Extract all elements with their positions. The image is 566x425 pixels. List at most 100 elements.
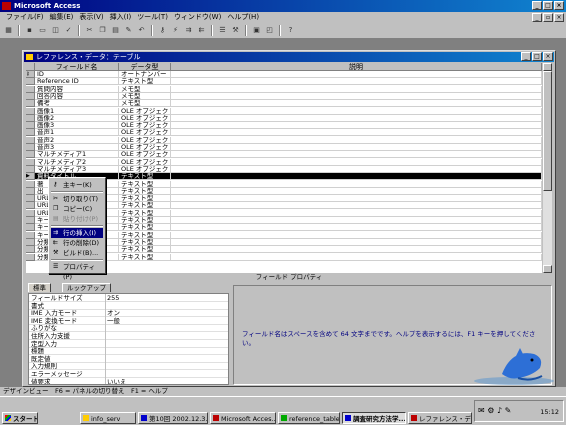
description-cell[interactable] (171, 71, 542, 78)
data-type-cell[interactable]: テキスト型 (119, 217, 171, 224)
description-cell[interactable] (171, 187, 542, 195)
data-type-cell[interactable]: テキスト型 (119, 238, 171, 246)
data-type-cell[interactable]: テキスト型 (119, 231, 171, 239)
menu-item-cut[interactable]: ✂ 切り取り(T) (51, 194, 103, 204)
data-type-cell[interactable]: テキスト型 (119, 187, 171, 195)
description-cell[interactable] (171, 209, 542, 217)
minimize-button[interactable]: _ (532, 1, 542, 10)
taskbar-button-access[interactable]: Microsoft Acces... (210, 412, 276, 424)
field-name-cell[interactable]: 音声2 (35, 136, 119, 144)
description-cell[interactable] (171, 114, 542, 122)
field-name-cell[interactable]: Reference ID (35, 78, 119, 86)
row-selector[interactable] (26, 136, 35, 144)
menu-item-copy[interactable]: ❐ コピー(C) (51, 204, 103, 214)
maximize-button[interactable]: □ (543, 1, 553, 10)
description-cell[interactable] (171, 136, 542, 144)
row-selector[interactable] (26, 129, 35, 137)
row-selector[interactable] (26, 209, 35, 217)
menu-view[interactable]: 表示(V) (79, 12, 103, 23)
field-name-cell[interactable]: 音声3 (35, 144, 119, 151)
row-selector[interactable] (26, 195, 35, 203)
data-type-cell[interactable]: テキスト型 (119, 209, 171, 217)
description-cell[interactable] (171, 129, 542, 137)
description-cell[interactable] (171, 202, 542, 210)
new-object-icon[interactable]: ◰ (264, 25, 275, 36)
row-selector[interactable] (26, 107, 35, 115)
description-cell[interactable] (171, 224, 542, 232)
doc-minimize-button[interactable]: _ (532, 13, 542, 22)
data-type-cell[interactable]: OLE オブジェクト (119, 136, 171, 144)
description-cell[interactable] (171, 195, 542, 203)
taskbar-button-reference-table[interactable]: reference_table_... (278, 412, 340, 424)
row-selector[interactable] (26, 114, 35, 122)
field-name-cell[interactable]: 画像2 (35, 114, 119, 122)
description-cell[interactable] (171, 100, 542, 108)
description-cell[interactable] (171, 238, 542, 246)
paste-icon[interactable]: ▤ (110, 25, 121, 36)
field-name-cell[interactable]: 画像1 (35, 107, 119, 115)
row-selector[interactable] (26, 122, 35, 130)
property-row[interactable]: 値要求 いいえ (29, 377, 228, 384)
row-selector[interactable] (26, 158, 35, 166)
taskbar-button-doc-10[interactable]: 第10回 2002.12.3... (138, 412, 208, 424)
field-name-cell[interactable]: マルチメディア1 (35, 151, 119, 159)
description-cell[interactable] (171, 180, 542, 188)
menu-tools[interactable]: ツール(T) (137, 12, 168, 23)
row-selector[interactable] (26, 92, 35, 100)
preview-icon[interactable]: ◫ (50, 25, 61, 36)
undo-icon[interactable]: ↶ (136, 25, 147, 36)
data-type-cell[interactable]: テキスト型 (119, 173, 171, 181)
data-type-cell[interactable]: OLE オブジェクト (119, 158, 171, 166)
scroll-up-arrow[interactable] (543, 63, 552, 71)
copy-icon[interactable]: ❐ (97, 25, 108, 36)
menu-help[interactable]: ヘルプ(H) (227, 12, 259, 23)
view-icon[interactable]: ▦ (3, 25, 14, 36)
row-selector[interactable] (26, 224, 35, 232)
menu-item-build[interactable]: ⚒ ビルド(B)... (51, 248, 103, 258)
print-icon[interactable]: ▭ (37, 25, 48, 36)
row-selector[interactable] (26, 85, 35, 93)
description-cell[interactable] (171, 246, 542, 254)
start-button[interactable]: スタート (2, 412, 38, 424)
database-window-icon[interactable]: ▣ (251, 25, 262, 36)
spell-check-icon[interactable]: ✓ (63, 25, 74, 36)
scroll-thumb[interactable] (543, 71, 552, 191)
description-cell[interactable] (171, 165, 542, 173)
row-selector[interactable] (26, 151, 35, 159)
menu-item-delete-row[interactable]: ⇇ 行の削除(D) (51, 238, 103, 248)
insert-rows-icon[interactable]: ⇉ (183, 25, 194, 36)
office-assistant-dolphin-icon[interactable] (472, 344, 556, 385)
data-type-cell[interactable]: OLE オブジェクト (119, 107, 171, 115)
field-name-cell[interactable]: マルチメディア3 (35, 165, 119, 173)
description-cell[interactable] (171, 151, 542, 159)
row-selector[interactable] (26, 165, 35, 173)
menu-insert[interactable]: 挿入(I) (110, 12, 132, 23)
build-icon[interactable]: ⚒ (230, 25, 241, 36)
row-selector[interactable]: ▶ (26, 173, 35, 181)
description-cell[interactable] (171, 217, 542, 224)
format-painter-icon[interactable]: ✎ (123, 25, 134, 36)
description-cell[interactable] (171, 173, 542, 181)
help-icon[interactable]: ? (285, 25, 296, 36)
indexes-icon[interactable]: ⚡ (170, 25, 181, 36)
data-type-cell[interactable]: OLE オブジェクト (119, 129, 171, 137)
properties-icon[interactable]: ☰ (217, 25, 228, 36)
menu-window[interactable]: ウィンドウ(W) (174, 12, 221, 23)
field-name-cell[interactable]: 備考 (35, 100, 119, 108)
data-type-cell[interactable]: オートナンバー (119, 71, 171, 78)
cut-icon[interactable]: ✂ (84, 25, 95, 36)
data-type-cell[interactable]: メモ型 (119, 85, 171, 93)
description-cell[interactable] (171, 122, 542, 130)
window-close-button[interactable]: × (543, 52, 553, 61)
field-name-cell[interactable]: 音声1 (35, 129, 119, 137)
field-name-cell[interactable]: 画像3 (35, 122, 119, 130)
doc-restore-button[interactable]: ▫ (543, 13, 553, 22)
data-type-cell[interactable]: OLE オブジェクト (119, 144, 171, 151)
row-selector[interactable] (26, 246, 35, 254)
row-selector[interactable] (26, 187, 35, 195)
menu-item-insert-row[interactable]: ⇉ 行の挿入(I) (51, 228, 103, 238)
taskbar-button-info-serv[interactable]: info_serv (80, 412, 136, 424)
row-selector[interactable] (26, 202, 35, 210)
close-button[interactable]: × (554, 1, 564, 10)
row-selector[interactable] (26, 78, 35, 86)
